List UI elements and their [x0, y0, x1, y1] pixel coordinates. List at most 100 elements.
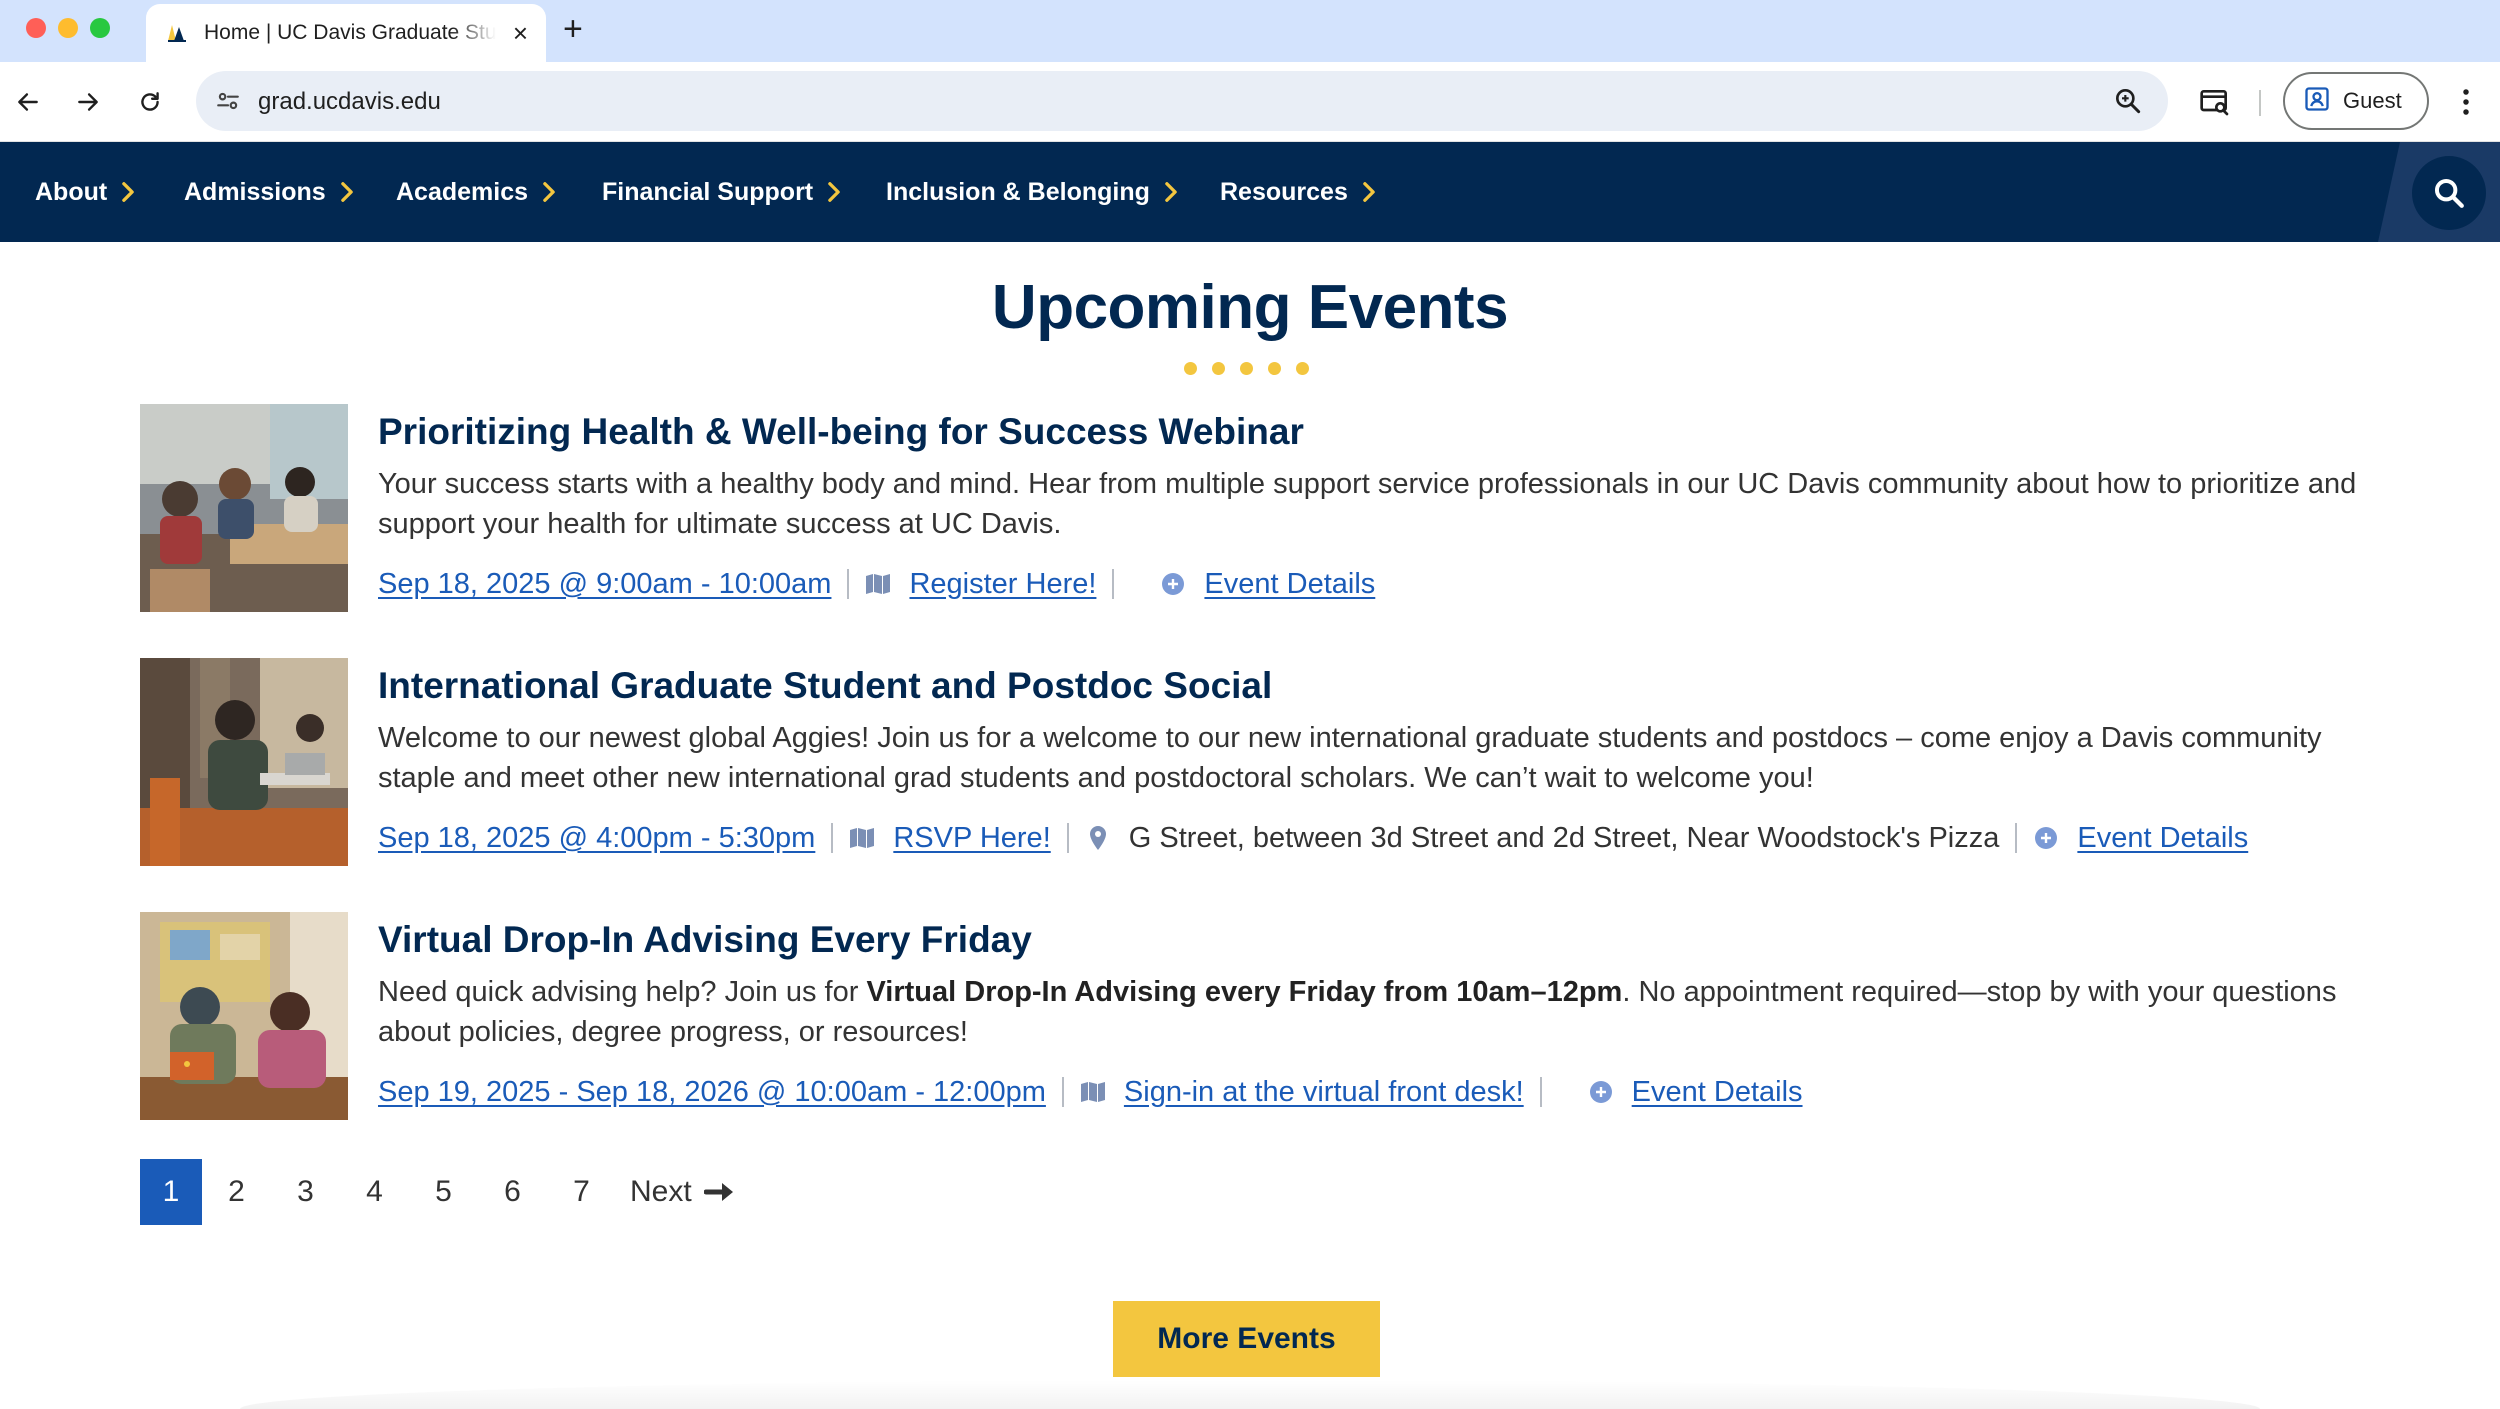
nav-item-label: Academics	[396, 177, 529, 206]
event-location-link[interactable]: RSVP Here!	[893, 822, 1050, 855]
meta-separator	[847, 569, 850, 599]
event-description: Need quick advising help? Join us for Vi…	[378, 972, 2368, 1052]
maximize-window-button[interactable]	[90, 18, 110, 38]
meta-separator	[1066, 823, 1069, 853]
map-icon	[865, 571, 891, 597]
footer-shadow	[240, 1380, 2260, 1409]
reload-icon[interactable]	[132, 84, 168, 120]
event-thumbnail[interactable]	[140, 912, 348, 1120]
more-events-button[interactable]: More Events	[1113, 1301, 1380, 1377]
ucdavis-favicon-icon	[164, 20, 190, 46]
meta-separator	[1539, 1077, 1542, 1107]
description-text: Need quick advising help? Join us for	[378, 976, 867, 1008]
nav-item-label: Financial Support	[602, 177, 814, 206]
kebab-menu-icon[interactable]	[2446, 82, 2486, 122]
forward-icon[interactable]	[70, 84, 106, 120]
page-link[interactable]: 6	[478, 1175, 547, 1209]
tab-search-icon[interactable]	[2195, 82, 2235, 122]
site-main-nav: About Admissions Academics Financial Sup…	[0, 142, 2500, 242]
event-description: Welcome to our newest global Aggies! Joi…	[378, 722, 2322, 794]
event-location-link[interactable]: Register Here!	[909, 568, 1096, 601]
nav-item-label: Admissions	[184, 177, 326, 206]
event-date-link[interactable]: Sep 18, 2025 @ 9:00am - 10:00am	[378, 568, 831, 601]
nav-item-about[interactable]: About	[35, 174, 135, 210]
plus-circle-icon	[2033, 825, 2059, 851]
nav-item-academics[interactable]: Academics	[396, 174, 556, 210]
meta-separator	[831, 823, 834, 853]
address-bar[interactable]: grad.ucdavis.edu	[196, 71, 2168, 131]
event-address: G Street, between 3d Street and 2d Stree…	[1128, 821, 2000, 854]
nav-item-financial-support[interactable]: Financial Support	[602, 174, 841, 210]
page-link[interactable]: 2	[202, 1175, 271, 1209]
nav-item-label: Resources	[1220, 177, 1348, 206]
profile-label: Guest	[2343, 88, 2402, 113]
description-bold-text: Virtual Drop-In Advising every Friday fr…	[866, 976, 1623, 1008]
next-page-link[interactable]: Next	[630, 1175, 736, 1209]
nav-item-admissions[interactable]: Admissions	[184, 174, 354, 210]
plus-circle-icon	[1588, 1079, 1614, 1105]
profile-button[interactable]: Guest	[2283, 72, 2429, 130]
next-label: Next	[630, 1175, 692, 1208]
map-icon	[849, 825, 875, 851]
nav-item-inclusion-belonging[interactable]: Inclusion & Belonging	[886, 174, 1178, 210]
event-details-link[interactable]: Event Details	[2077, 822, 2248, 855]
pagination: 1 2 3 4 5 6 7 Next	[140, 1159, 736, 1225]
meta-separator	[1112, 569, 1115, 599]
page-link[interactable]: 3	[271, 1175, 340, 1209]
event-meta-row: Sep 18, 2025 @ 9:00am - 10:00am Register…	[378, 564, 2378, 604]
search-icon	[2434, 178, 2464, 208]
title-dots-divider	[1184, 362, 1309, 375]
chevron-right-icon	[1363, 182, 1375, 202]
map-pin-icon	[1085, 825, 1111, 851]
nav-item-label: About	[35, 177, 108, 206]
tab-close-icon[interactable]: ×	[513, 20, 528, 46]
toolbar-divider	[2259, 90, 2261, 116]
nav-item-label: Inclusion & Belonging	[886, 177, 1150, 206]
profile-icon	[2303, 85, 2331, 118]
browser-tab-active[interactable]: Home | UC Davis Graduate Studies ×	[146, 4, 546, 62]
zoom-icon[interactable]	[2112, 85, 2144, 117]
chevron-right-icon	[340, 182, 353, 202]
nav-item-resources[interactable]: Resources	[1220, 174, 1376, 210]
meta-separator	[1061, 1077, 1064, 1107]
chevron-right-icon	[543, 182, 555, 202]
event-meta-row: Sep 19, 2025 - Sep 18, 2026 @ 10:00am - …	[378, 1072, 2378, 1112]
event-item: Prioritizing Health & Well-being for Suc…	[140, 404, 2380, 612]
chevron-right-icon	[828, 182, 840, 202]
event-details-link[interactable]: Event Details	[1632, 1076, 1803, 1109]
arrow-right-icon	[703, 1183, 733, 1201]
page-current[interactable]: 1	[140, 1159, 202, 1225]
event-thumbnail[interactable]	[140, 404, 348, 612]
event-location-link[interactable]: Sign-in at the virtual front desk!	[1124, 1076, 1524, 1109]
page-link[interactable]: 4	[340, 1175, 409, 1209]
event-details-link[interactable]: Event Details	[1204, 568, 1375, 601]
browser-tab-strip: Home | UC Davis Graduate Studies × +	[0, 0, 2500, 62]
minimize-window-button[interactable]	[58, 18, 78, 38]
event-description: Your success starts with a healthy body …	[378, 468, 2357, 540]
back-icon[interactable]	[10, 84, 46, 120]
chevron-right-icon	[122, 182, 134, 202]
chevron-right-icon	[1165, 182, 1177, 202]
event-title-link[interactable]: Prioritizing Health & Well-being for Suc…	[378, 410, 2378, 454]
browser-toolbar: grad.ucdavis.edu Guest	[0, 62, 2500, 142]
site-settings-icon[interactable]	[210, 83, 246, 119]
event-thumbnail[interactable]	[140, 658, 348, 866]
url-text[interactable]: grad.ucdavis.edu	[258, 88, 441, 116]
event-item: Virtual Drop-In Advising Every Friday Ne…	[140, 912, 2380, 1120]
map-icon	[1080, 1079, 1106, 1105]
page-link[interactable]: 7	[547, 1175, 616, 1209]
event-date-link[interactable]: Sep 19, 2025 - Sep 18, 2026 @ 10:00am - …	[378, 1076, 1046, 1109]
event-item: International Graduate Student and Postd…	[140, 658, 2380, 866]
section-title: Upcoming Events	[991, 273, 1509, 342]
event-date-link[interactable]: Sep 18, 2025 @ 4:00pm - 5:30pm	[378, 822, 815, 855]
event-title-link[interactable]: International Graduate Student and Postd…	[378, 664, 2378, 708]
tab-title: Home | UC Davis Graduate Studies	[204, 21, 496, 44]
page-link[interactable]: 5	[409, 1175, 478, 1209]
close-window-button[interactable]	[26, 18, 46, 38]
event-title-link[interactable]: Virtual Drop-In Advising Every Friday	[378, 918, 2378, 962]
new-tab-icon[interactable]: +	[563, 12, 583, 46]
event-meta-row: Sep 18, 2025 @ 4:00pm - 5:30pm RSVP Here…	[378, 818, 2378, 858]
site-search-button[interactable]	[2412, 156, 2486, 230]
meta-separator	[2015, 823, 2018, 853]
plus-circle-icon	[1160, 571, 1186, 597]
